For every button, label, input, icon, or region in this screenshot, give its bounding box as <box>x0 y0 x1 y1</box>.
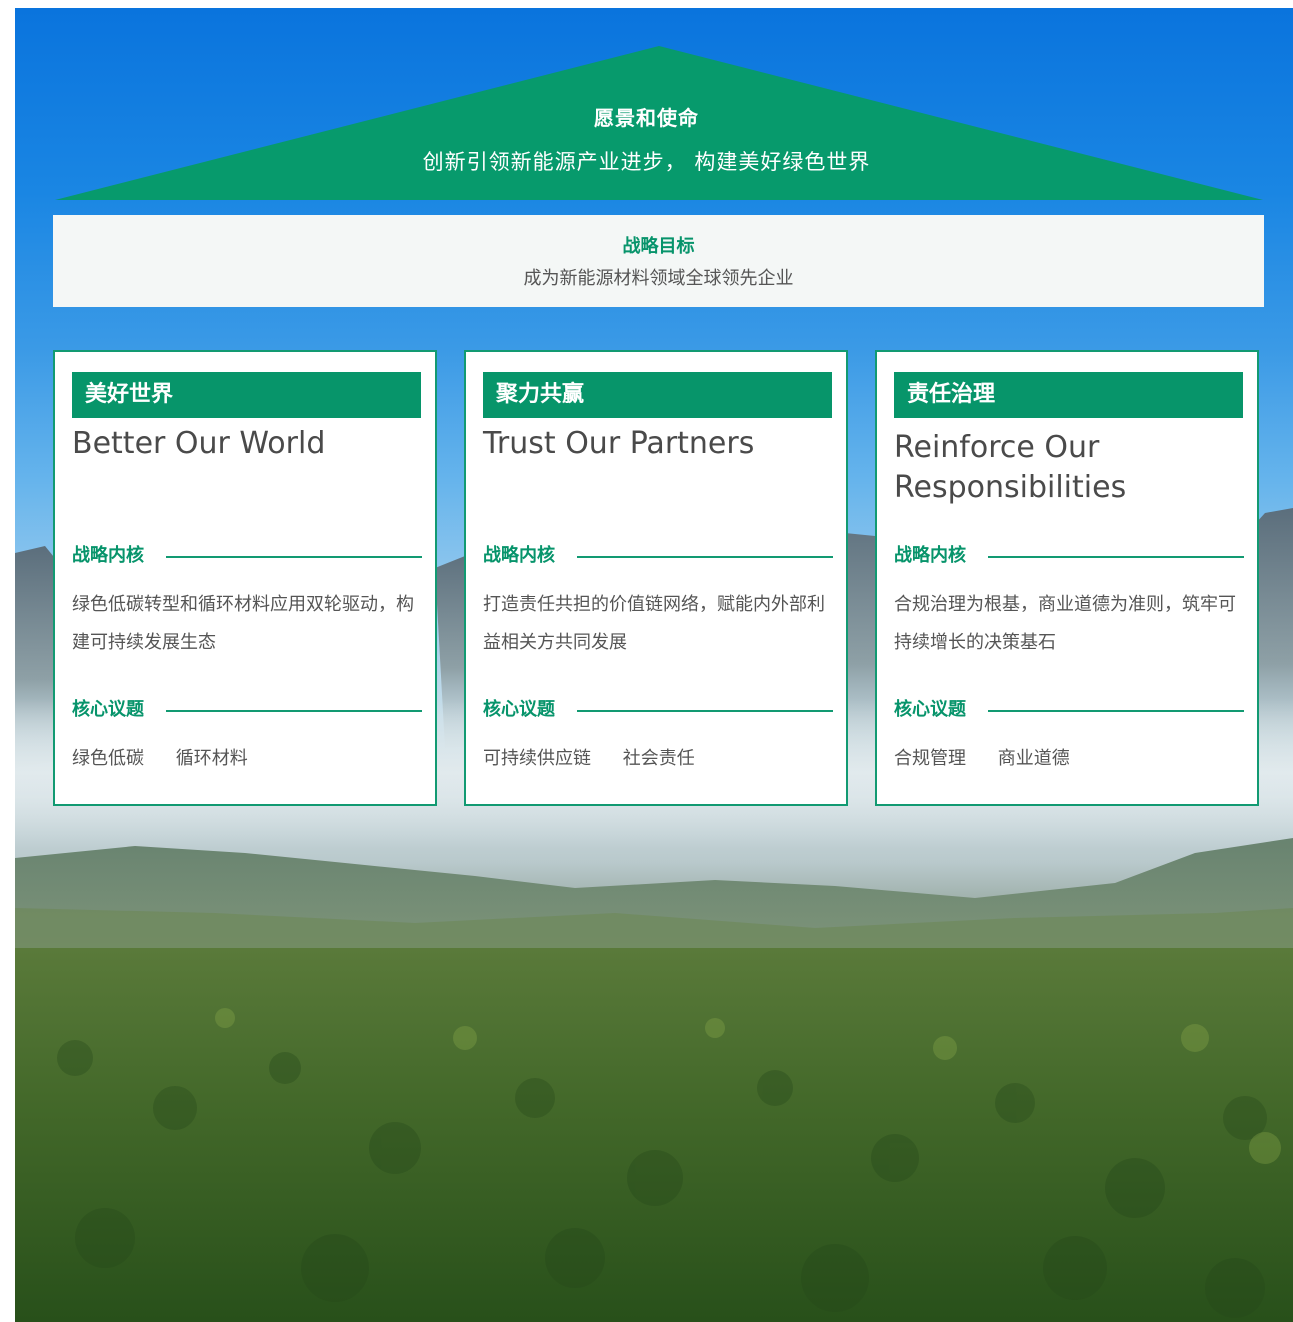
topics-list: 绿色低碳 循环材料 <box>72 747 422 771</box>
divider-line <box>577 710 833 712</box>
core-text: 绿色低碳转型和循环材料应用双轮驱动，构建可持续发展生态 <box>72 594 414 653</box>
card-heading: 聚力共赢 <box>483 372 832 418</box>
goal-title: 战略目标 <box>622 236 695 257</box>
card-heading: 美好世界 <box>72 372 421 418</box>
topics-section-header: 核心议题 <box>894 698 1244 722</box>
pillar-card-better-world: 美好世界 Better Our World 战略内核 绿色低碳转型和循环材料应用… <box>53 350 437 806</box>
core-section-header: 战略内核 <box>483 544 833 568</box>
topic-item: 商业道德 <box>997 748 1070 769</box>
core-label: 战略内核 <box>72 545 144 566</box>
topic-item: 可持续供应链 <box>483 748 591 769</box>
core-label: 战略内核 <box>483 545 555 566</box>
topics-section-header: 核心议题 <box>72 698 422 722</box>
card-heading: 责任治理 <box>894 372 1243 418</box>
card-english-title: Trust Our Partners <box>483 426 755 461</box>
card-english-title: Better Our World <box>72 426 326 461</box>
topic-item: 循环材料 <box>175 748 248 769</box>
topic-item: 绿色低碳 <box>72 748 144 769</box>
topic-item: 合规管理 <box>894 748 966 769</box>
core-text: 打造责任共担的价值链网络，赋能内外部利益相关方共同发展 <box>483 594 825 653</box>
divider-line <box>166 556 422 558</box>
divider-line <box>577 556 833 558</box>
core-text: 合规治理为根基，商业道德为准则，筑牢可持续增长的决策基石 <box>894 594 1236 653</box>
vision-title: 愿景和使命 <box>594 106 699 130</box>
divider-line <box>166 710 422 712</box>
vision-subtitle: 创新引领新能源产业进步， 构建美好绿色世界 <box>422 150 871 174</box>
topic-item: 社会责任 <box>622 748 695 769</box>
core-section-header: 战略内核 <box>72 544 422 568</box>
topics-list: 可持续供应链 社会责任 <box>483 747 833 771</box>
topics-label: 核心议题 <box>72 699 144 720</box>
strategic-goal-box: 战略目标 成为新能源材料领域全球领先企业 <box>53 215 1264 307</box>
topics-label: 核心议题 <box>894 699 966 720</box>
topics-section-header: 核心议题 <box>483 698 833 722</box>
card-english-title: Reinforce Our Responsibilities <box>894 430 1127 505</box>
topics-label: 核心议题 <box>483 699 555 720</box>
pillar-card-responsibilities: 责任治理 Reinforce Our Responsibilities 战略内核… <box>875 350 1259 806</box>
pillar-card-trust-partners: 聚力共赢 Trust Our Partners 战略内核 打造责任共担的价值链网… <box>464 350 848 806</box>
divider-line <box>988 710 1244 712</box>
core-section-header: 战略内核 <box>894 544 1244 568</box>
topics-list: 合规管理 商业道德 <box>894 747 1244 771</box>
core-label: 战略内核 <box>894 545 966 566</box>
divider-line <box>988 556 1244 558</box>
goal-text: 成为新能源材料领域全球领先企业 <box>523 268 794 289</box>
